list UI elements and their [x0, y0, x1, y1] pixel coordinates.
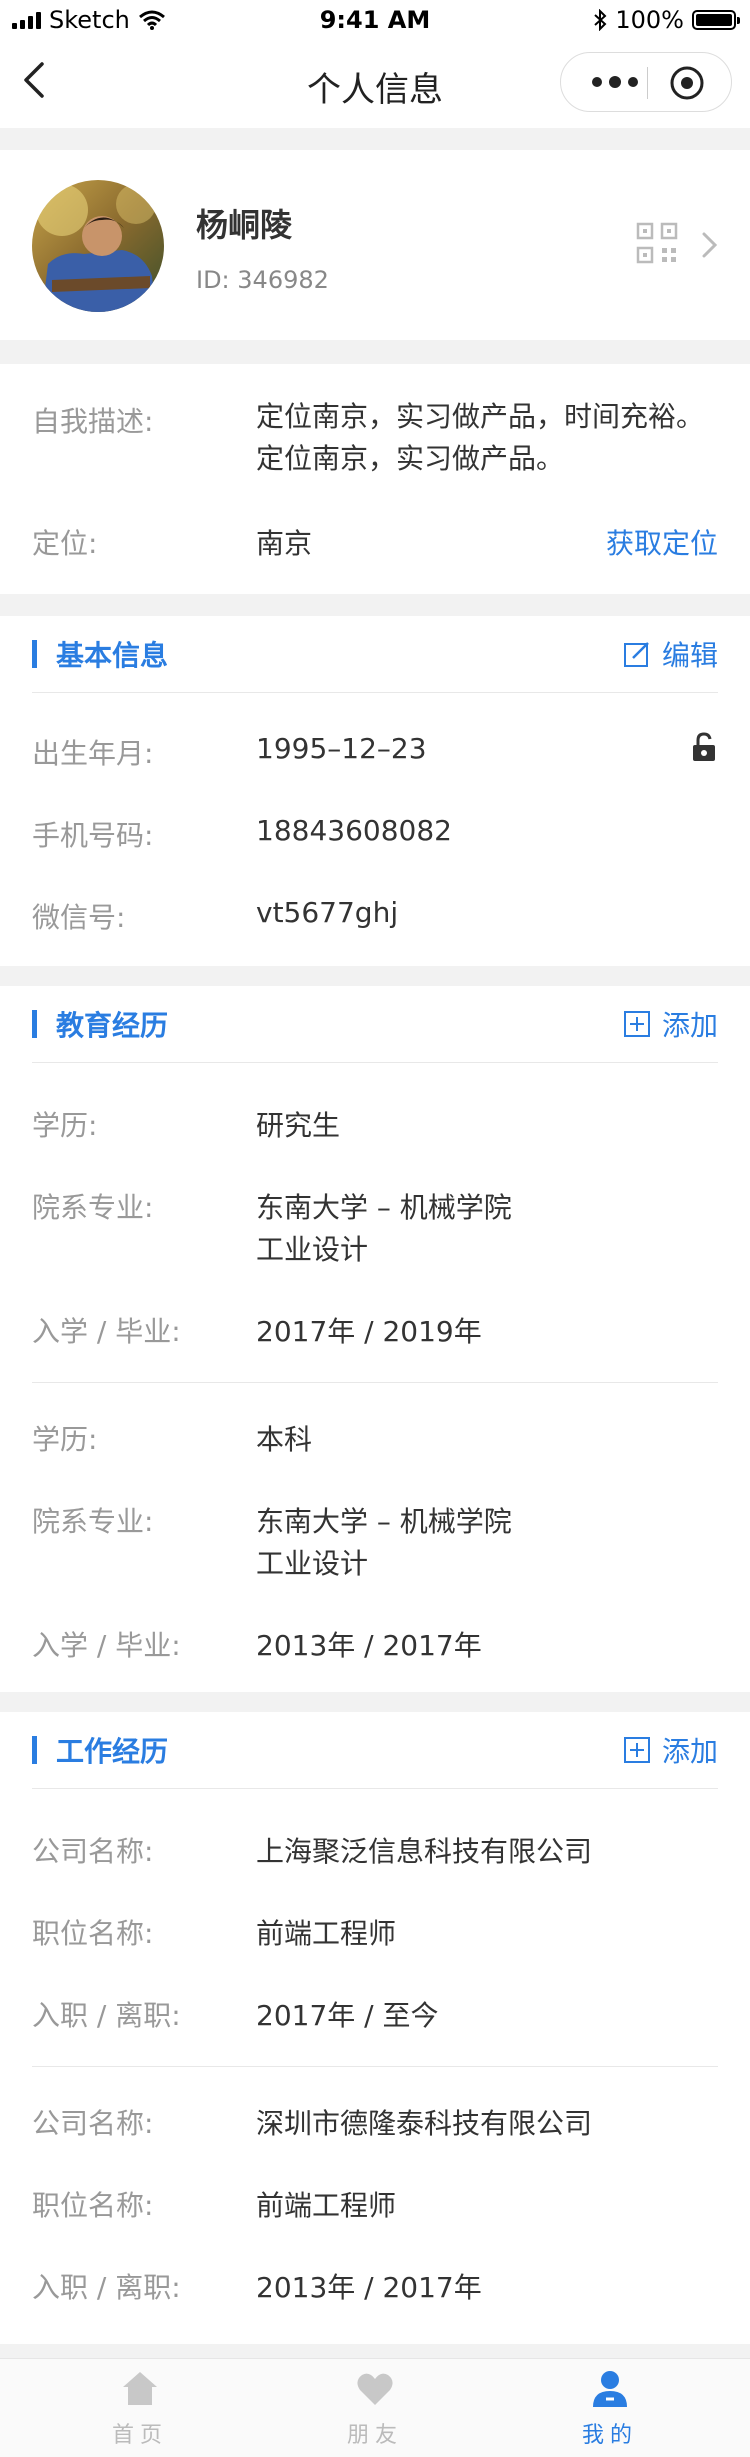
- capsule-divider: [647, 67, 648, 99]
- section-accent-bar: [32, 1736, 37, 1764]
- add-label: 添加: [661, 1735, 718, 1768]
- degree-label: 学历:: [32, 1423, 98, 1456]
- profile-card[interactable]: 杨峒陵 ID: 346982: [0, 150, 750, 340]
- section-accent-bar: [32, 640, 37, 668]
- add-education-button[interactable]: 添加: [622, 1004, 718, 1044]
- chevron-right-icon: [702, 232, 718, 258]
- divider: [32, 1062, 718, 1063]
- period-label: 入职 / 离职:: [32, 2271, 181, 2304]
- desc-label: 自我描述:: [32, 405, 154, 438]
- person-icon: [593, 2371, 627, 2407]
- add-icon: [623, 1011, 650, 1037]
- unlock-icon[interactable]: [690, 732, 718, 762]
- period-value: 2013年 / 2017年: [256, 2271, 482, 2304]
- status-bar: Sketch 9:41 AM 100%: [0, 0, 750, 40]
- period-value: 2013年 / 2017年: [256, 1629, 482, 1662]
- company-value: 上海聚泛信息科技有限公司: [256, 1835, 593, 1868]
- degree-label: 学历:: [32, 1109, 98, 1142]
- desc-value: 定位南京，实习做产品，时间充裕。定位南京，实习做产品。: [256, 400, 705, 475]
- heart-icon: [357, 2373, 393, 2405]
- period-value: 2017年 / 至今: [256, 1999, 439, 2032]
- work-section: 工作经历 添加 公司名称: 上海聚泛信息科技有限公司 职位名称: 前端工程师 入…: [0, 1712, 750, 2344]
- school-label: 院系专业:: [32, 1505, 154, 1538]
- tab-label: 朋友: [346, 2423, 403, 2448]
- tab-label: 首页: [111, 2423, 168, 2448]
- company-label: 公司名称:: [32, 2107, 154, 2140]
- profile-id: ID: 346982: [196, 266, 329, 294]
- basic-info-section: 基本信息 编辑 出生年月: 1995–12–23 手机号码: 188436080…: [0, 616, 750, 966]
- wechat-value: vt5677ghj: [256, 896, 399, 929]
- school-label: 院系专业:: [32, 1191, 154, 1224]
- profile-name: 杨峒陵: [196, 206, 293, 244]
- nav-bar: 个人信息: [0, 40, 750, 128]
- tab-home[interactable]: 首页: [15, 2359, 265, 2457]
- section-accent-bar: [32, 1010, 37, 1038]
- position-value: 前端工程师: [256, 2189, 397, 2222]
- tab-friends[interactable]: 朋友: [250, 2359, 500, 2457]
- major-value: 工业设计: [256, 1233, 369, 1266]
- tab-bar: 首页 朋友 我的: [0, 2358, 750, 2457]
- tab-label: 我的: [581, 2423, 638, 2448]
- wechat-label: 微信号:: [32, 901, 126, 934]
- edit-button[interactable]: 编辑: [622, 634, 718, 674]
- degree-value: 研究生: [256, 1109, 341, 1142]
- education-section: 教育经历 添加 学历: 研究生 院系专业: 东南大学 – 机械学院 工业设计 入…: [0, 986, 750, 1692]
- company-value: 深圳市德隆泰科技有限公司: [256, 2107, 593, 2140]
- major-value: 工业设计: [256, 1547, 369, 1580]
- position-value: 前端工程师: [256, 1917, 397, 1950]
- avatar: [32, 180, 164, 312]
- section-title: 基本信息: [56, 639, 169, 672]
- school-value: 东南大学 – 机械学院: [256, 1505, 512, 1538]
- period-label: 入学 / 毕业:: [32, 1629, 181, 1662]
- bluetooth-icon: [594, 9, 607, 31]
- add-icon: [623, 1737, 650, 1763]
- period-label: 入学 / 毕业:: [32, 1315, 181, 1348]
- birth-value: 1995–12–23: [256, 732, 427, 765]
- section-header: 教育经历 添加: [0, 986, 750, 1062]
- location-value: 南京: [256, 527, 313, 560]
- battery-icon: [692, 10, 740, 30]
- add-label: 添加: [661, 1009, 718, 1042]
- company-label: 公司名称:: [32, 1835, 154, 1868]
- phone-value: 18843608082: [256, 814, 452, 847]
- get-location-button[interactable]: 获取定位: [606, 522, 718, 562]
- birth-label: 出生年月:: [32, 737, 154, 770]
- add-work-button[interactable]: 添加: [622, 1730, 718, 1770]
- degree-value: 本科: [256, 1423, 313, 1456]
- divider: [32, 692, 718, 693]
- divider: [32, 2066, 718, 2067]
- divider: [32, 1788, 718, 1789]
- section-header: 工作经历 添加: [0, 1712, 750, 1788]
- edit-icon: [623, 642, 649, 667]
- edit-label: 编辑: [661, 639, 718, 672]
- position-label: 职位名称:: [32, 1917, 154, 1950]
- mini-program-capsule: [560, 52, 732, 112]
- period-label: 入职 / 离职:: [32, 1999, 181, 2032]
- more-icon[interactable]: [583, 67, 647, 97]
- period-value: 2017年 / 2019年: [256, 1315, 482, 1348]
- divider: [32, 1382, 718, 1383]
- intro-card: 自我描述: 定位南京，实习做产品，时间充裕。定位南京，实习做产品。 定位: 南京…: [0, 364, 750, 594]
- phone-label: 手机号码:: [32, 819, 154, 852]
- home-icon: [123, 2372, 157, 2405]
- section-header: 基本信息 编辑: [0, 616, 750, 692]
- tab-mine[interactable]: 我的: [485, 2359, 735, 2457]
- section-title: 教育经历: [56, 1009, 169, 1042]
- battery-percent: 100%: [615, 6, 684, 34]
- location-label: 定位:: [32, 527, 98, 560]
- qr-code-icon[interactable]: [636, 222, 678, 264]
- position-label: 职位名称:: [32, 2189, 154, 2222]
- section-title: 工作经历: [56, 1735, 169, 1768]
- close-target-icon[interactable]: [667, 63, 707, 103]
- school-value: 东南大学 – 机械学院: [256, 1191, 512, 1224]
